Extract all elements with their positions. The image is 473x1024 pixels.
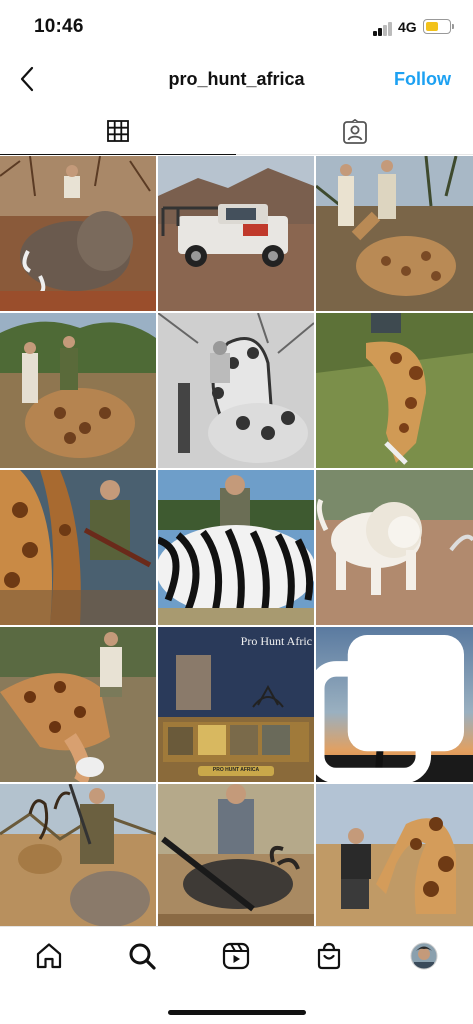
multiple-posts-icon bbox=[316, 635, 464, 782]
post-thumbnail[interactable] bbox=[316, 784, 473, 926]
post-thumbnail[interactable]: Pro Hunt Afric PRO HUNT AFRICA bbox=[158, 627, 314, 782]
signal-icon bbox=[373, 22, 395, 36]
status-time: 10:46 bbox=[34, 16, 84, 37]
nav-search[interactable] bbox=[126, 940, 158, 972]
battery-icon bbox=[423, 19, 451, 34]
post-thumbnail[interactable] bbox=[316, 313, 473, 468]
post-thumbnail[interactable] bbox=[316, 627, 473, 782]
profile-tabs bbox=[0, 108, 473, 155]
post-thumbnail[interactable] bbox=[316, 156, 473, 311]
grid-icon bbox=[107, 120, 129, 142]
search-icon bbox=[129, 943, 156, 970]
banner-button: PRO HUNT AFRICA bbox=[212, 767, 260, 773]
posts-grid: Pro Hunt Afric PRO HUNT AFRICA bbox=[0, 156, 473, 926]
nav-home[interactable] bbox=[33, 940, 65, 972]
profile-header: pro_hunt_africa Follow bbox=[0, 56, 473, 104]
post-thumbnail[interactable] bbox=[158, 313, 314, 468]
shop-icon bbox=[317, 942, 341, 970]
status-bar: 10:46 4G bbox=[0, 0, 473, 56]
home-indicator bbox=[168, 1010, 306, 1015]
network-label: 4G bbox=[398, 19, 417, 35]
post-thumbnail[interactable] bbox=[0, 470, 156, 625]
tab-posts-grid[interactable] bbox=[0, 108, 236, 155]
post-thumbnail[interactable] bbox=[0, 627, 156, 782]
post-thumbnail[interactable] bbox=[158, 784, 314, 926]
nav-shop[interactable] bbox=[313, 940, 345, 972]
nav-reels[interactable] bbox=[220, 940, 252, 972]
post-thumbnail[interactable] bbox=[158, 470, 314, 625]
tab-tagged[interactable] bbox=[237, 108, 473, 155]
tagged-icon bbox=[343, 118, 367, 144]
post-thumbnail[interactable] bbox=[0, 313, 156, 468]
banner-title: Pro Hunt Afric bbox=[240, 634, 312, 648]
home-icon bbox=[36, 943, 62, 969]
post-thumbnail[interactable] bbox=[0, 156, 156, 311]
post-thumbnail[interactable] bbox=[158, 156, 314, 311]
profile-avatar bbox=[410, 942, 438, 970]
reels-icon bbox=[222, 942, 250, 970]
follow-button[interactable]: Follow bbox=[394, 69, 451, 90]
post-thumbnail[interactable] bbox=[0, 784, 156, 926]
nav-profile[interactable] bbox=[408, 940, 440, 972]
post-thumbnail[interactable] bbox=[316, 470, 473, 625]
